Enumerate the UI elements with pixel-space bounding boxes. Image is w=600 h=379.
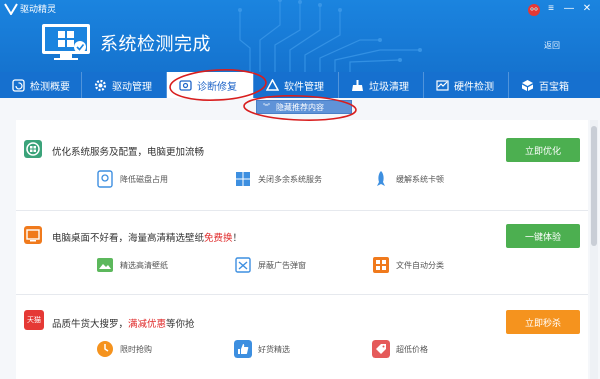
chevron-down-icon: ︾ [263,104,270,111]
title-highlight[interactable]: 满减优惠 [128,319,166,330]
thumbs-up-icon [234,340,252,358]
sub-label: 文件自动分类 [396,260,444,270]
block-window-icon [235,257,251,273]
sub-reduce-disk-usage: 降低磁盘占用 [96,170,168,188]
sub-relieve-lag: 缓解系统卡顿 [372,170,444,188]
menu-icon[interactable]: ≡ [544,3,558,15]
driver-genius-window: 驱动精灵 ≡ — ✕ 系统检测完成 返回 检测概要 驱动管理 诊断修复 软件管理… [0,0,600,379]
sub-label: 精选高清壁纸 [120,260,168,270]
sub-file-classify: 文件自动分类 [372,256,444,274]
sub-label: 屏蔽广告弹窗 [258,260,306,270]
gear-icon [94,79,107,91]
tab-diagnose-repair[interactable]: 诊断修复 [167,72,253,103]
broom-icon [352,79,363,91]
app-title: 驱动精灵 [20,4,57,14]
wallpaper-icon [24,226,42,244]
sub-label: 超低价格 [396,344,428,354]
windows-icon [236,172,250,186]
sub-label: 关闭多余系统服务 [258,174,322,184]
card-system-optimize: 优化系统服务及配置，电脑更加流畅 立即优化 降低磁盘占用 关闭多余系统服务 缓解… [16,120,588,216]
system-optimize-icon [24,140,42,158]
scrollbar[interactable] [590,120,598,379]
monitor-check-icon [42,24,90,60]
card-tmall-deals: 天猫 品质牛货大搜罗，满减优惠等你抢 立即秒杀 限时抢购 好货精选 超低价格 [16,294,588,379]
scroll-thumb[interactable] [591,126,597,246]
flash-sale-button[interactable]: 立即秒杀 [506,310,580,334]
hide-recommendations-button[interactable]: ︾ 隐藏推荐内容 [256,100,352,114]
back-link[interactable]: 返回 [544,40,560,51]
disk-icon [97,170,113,188]
card-title: 电脑桌面不好看，海量高清精选壁纸免费换！ [52,230,242,244]
price-tag-icon [372,340,390,358]
clock-icon [97,341,113,357]
tab-label: 检测概要 [30,81,70,93]
app-logo-icon [4,3,18,15]
title-text: 品质牛货大搜罗， [52,319,129,330]
tab-toolbox[interactable]: 百宝箱 [509,72,597,98]
title-text: 电脑桌面不好看，海量高清精选壁纸 [52,233,205,244]
box-icon [522,79,533,91]
refresh-icon [12,78,25,92]
tab-label: 驱动管理 [112,81,152,93]
tab-check-summary[interactable]: 检测概要 [0,72,81,98]
tab-driver-management[interactable]: 驱动管理 [82,72,166,98]
picture-icon [97,258,113,272]
try-now-button[interactable]: 一键体验 [506,224,580,248]
header: 驱动精灵 ≡ — ✕ 系统检测完成 返回 [0,0,600,72]
sub-low-price: 超低价格 [372,340,428,358]
tab-hardware-detection[interactable]: 硬件检测 [424,72,508,98]
sub-label: 好货精选 [258,344,290,354]
sub-label: 降低磁盘占用 [120,174,168,184]
sub-hd-wallpaper: 精选高清壁纸 [96,256,168,274]
tab-bar: 检测概要 驱动管理 诊断修复 软件管理 垃圾清理 硬件检测 百宝箱 [0,72,600,103]
optimize-now-button[interactable]: 立即优化 [506,138,580,162]
title-text: 等你抢 [166,319,195,330]
page-title: 系统检测完成 [100,34,211,54]
tab-software-management[interactable]: 软件管理 [254,72,338,98]
sub-good-picks: 好货精选 [234,340,290,358]
title-highlight[interactable]: 免费换 [204,233,233,244]
minimize-icon[interactable]: — [562,3,576,15]
sub-close-services: 关闭多余系统服务 [234,170,322,188]
card-wallpaper: 电脑桌面不好看，海量高清精选壁纸免费换！ 一键体验 精选高清壁纸 屏蔽广告弹窗 … [16,210,588,294]
tab-label: 诊断修复 [197,81,237,93]
card-title: 优化系统服务及配置，电脑更加流畅 [52,147,205,158]
toolbox-icon [179,79,192,91]
tab-junk-cleanup[interactable]: 垃圾清理 [339,72,423,98]
sub-label: 限时抢购 [120,344,152,354]
chart-icon [436,79,449,91]
tab-label: 硬件检测 [454,81,494,93]
app-icon [266,78,279,91]
tab-label: 软件管理 [284,81,324,93]
tab-label: 垃圾清理 [369,81,409,93]
tmall-icon: 天猫 [24,310,44,330]
card-title: 品质牛货大搜罗，满减优惠等你抢 [52,316,195,330]
title-text: ！ [232,233,243,244]
sub-limited-time: 限时抢购 [96,340,152,358]
sub-block-ads: 屏蔽广告弹窗 [234,256,306,274]
close-icon[interactable]: ✕ [580,3,594,15]
hide-recommendations-label: 隐藏推荐内容 [276,102,324,112]
grid-folder-icon [373,257,389,273]
mascot-icon[interactable] [527,3,541,17]
tab-label: 百宝箱 [539,81,569,93]
sub-label: 缓解系统卡顿 [396,174,444,184]
content-panel: 优化系统服务及配置，电脑更加流畅 立即优化 降低磁盘占用 关闭多余系统服务 缓解… [16,120,588,379]
rocket-icon [377,171,385,186]
